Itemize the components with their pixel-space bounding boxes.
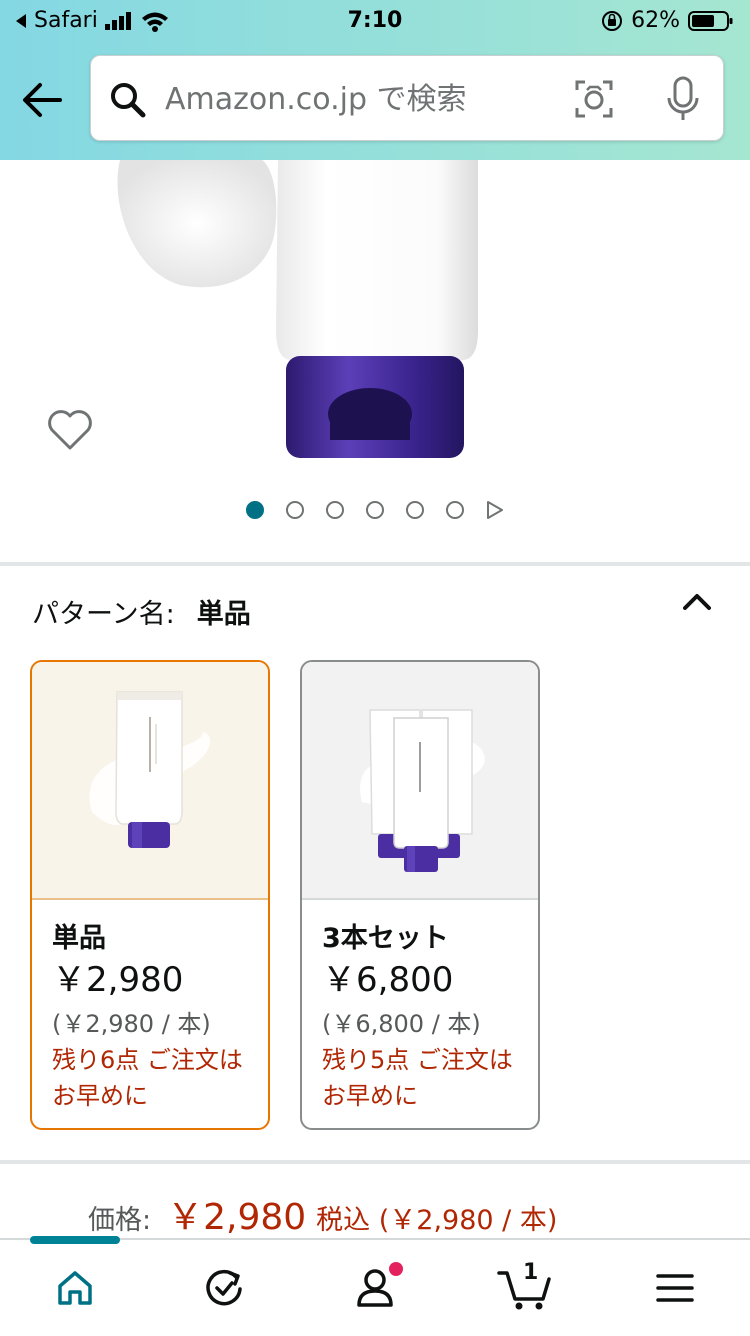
- status-right: 62%: [601, 8, 734, 33]
- header: [0, 40, 750, 160]
- chevron-up-icon[interactable]: [682, 592, 712, 612]
- product-image: [117, 160, 478, 458]
- search-input[interactable]: [165, 76, 545, 122]
- variation-thumbnail: [302, 662, 538, 900]
- price-value: ￥2,980: [167, 1197, 307, 1238]
- variation-price: ￥2,980: [52, 960, 184, 1000]
- tab-account[interactable]: [325, 1240, 425, 1336]
- price-summary: 価格: ￥2,980 税込 (￥2,980 / 本): [88, 1188, 557, 1240]
- variation-thumbnail: [32, 662, 268, 900]
- battery-icon: [688, 10, 733, 31]
- tab-menu[interactable]: [625, 1240, 725, 1336]
- variation-name: 単品: [52, 923, 106, 954]
- pager-dot[interactable]: [286, 501, 304, 519]
- hamburger-menu-icon: [656, 1274, 694, 1302]
- bottom-tab-bar: 1: [0, 1236, 750, 1336]
- variation-name: 3本セット: [322, 923, 449, 954]
- pager-dot[interactable]: [246, 501, 264, 519]
- variation-stock-note: 残り5点 ご注文はお早めに: [322, 1046, 513, 1110]
- pattern-label: パターン名:: [32, 599, 175, 630]
- search-icon: [111, 83, 146, 118]
- pager-dot[interactable]: [326, 501, 344, 519]
- camera-search-icon[interactable]: [573, 78, 615, 120]
- notification-badge: [389, 1262, 403, 1276]
- tab-buy-again[interactable]: [175, 1240, 275, 1336]
- buy-again-icon: [206, 1269, 242, 1306]
- section-divider: [0, 562, 750, 566]
- variation-card-set-of-3[interactable]: 3本セット ￥6,800 (￥6,800 / 本) 残り5点 ご注文はお早めに: [300, 660, 540, 1130]
- price-tax-note: 税込 (￥2,980 / 本): [316, 1205, 558, 1236]
- play-video-icon[interactable]: [486, 500, 504, 520]
- battery-percent: 62%: [631, 8, 680, 33]
- pager-dot[interactable]: [446, 501, 464, 519]
- variation-unit-price: (￥6,800 / 本): [322, 1010, 481, 1038]
- product-image-gallery[interactable]: [0, 160, 750, 560]
- section-divider: [0, 1160, 750, 1164]
- pager-dot[interactable]: [406, 501, 424, 519]
- microphone-icon[interactable]: [665, 76, 701, 122]
- search-bar[interactable]: [90, 55, 724, 141]
- image-pager[interactable]: [0, 500, 750, 520]
- cart-count: 1: [523, 1260, 539, 1285]
- back-button[interactable]: [20, 78, 70, 122]
- pager-dot[interactable]: [366, 501, 384, 519]
- variation-unit-price: (￥2,980 / 本): [52, 1010, 211, 1038]
- variation-image-single: [89, 691, 211, 848]
- variation-stock-note: 残り6点 ご注文はお早めに: [52, 1046, 243, 1110]
- wishlist-heart-icon[interactable]: [46, 408, 94, 452]
- status-bar: Safari 7:10 62%: [0, 0, 750, 40]
- variation-card-single[interactable]: 単品 ￥2,980 (￥2,980 / 本) 残り6点 ご注文はお早めに: [30, 660, 270, 1130]
- pattern-selector-header[interactable]: パターン名: 単品: [32, 592, 722, 632]
- account-icon: [357, 1269, 393, 1307]
- price-label: 価格:: [88, 1205, 152, 1236]
- tab-cart[interactable]: 1: [475, 1240, 575, 1336]
- variation-price: ￥6,800: [322, 960, 454, 1000]
- variation-image-set: [360, 709, 485, 872]
- tab-home[interactable]: [25, 1240, 125, 1336]
- home-icon: [58, 1271, 92, 1305]
- pattern-selected-value: 単品: [196, 599, 251, 630]
- orientation-lock-icon: [602, 10, 623, 31]
- arrow-left-icon: [23, 83, 62, 117]
